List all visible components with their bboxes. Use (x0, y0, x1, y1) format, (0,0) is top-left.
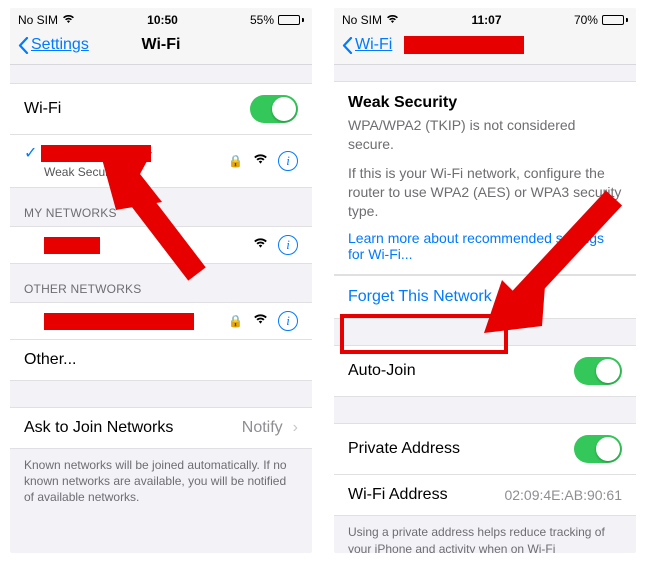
private-address-row: Private Address (334, 423, 636, 475)
wifi-label: Wi-Fi (24, 100, 61, 118)
other-network-row[interactable]: 🔒 i (10, 302, 312, 340)
back-label: Settings (31, 36, 89, 54)
carrier-text: No SIM (18, 13, 58, 27)
wifi-icon (253, 236, 268, 254)
redacted-network-name (44, 313, 194, 330)
info-icon[interactable]: i (278, 235, 298, 255)
footer-text: Known networks will be joined automatica… (10, 449, 312, 514)
battery-pct: 70% (574, 13, 598, 27)
security-title: Weak Security (348, 94, 622, 112)
checkmark-icon: ✓ (24, 143, 37, 163)
info-icon[interactable]: i (278, 151, 298, 171)
wifi-toggle[interactable] (250, 95, 298, 123)
other-manual-row[interactable]: Other... (10, 340, 312, 381)
redacted-network-name (41, 145, 151, 162)
connected-network-row[interactable]: ✓ Weak Security 🔒 i (10, 135, 312, 188)
page-title: Wi-Fi (142, 36, 181, 54)
wifi-icon (253, 152, 268, 170)
back-label: Wi-Fi (355, 36, 392, 54)
battery-icon (278, 15, 304, 25)
security-msg1: WPA/WPA2 (TKIP) is not considered secure… (348, 116, 622, 154)
chevron-left-icon (18, 37, 29, 54)
chevron-right-icon: › (293, 419, 298, 437)
weak-security-label: Weak Security (44, 165, 151, 179)
clock: 10:50 (147, 13, 178, 27)
learn-more-link[interactable]: Learn more about recommended settings fo… (348, 230, 622, 262)
back-button[interactable]: Settings (18, 36, 89, 54)
content: Weak Security WPA/WPA2 (TKIP) is not con… (334, 65, 636, 553)
wifi-address-value: 02:09:4E:AB:90:61 (504, 487, 622, 503)
wifi-icon (253, 312, 268, 330)
wifi-toggle-row: Wi-Fi (10, 83, 312, 135)
lock-icon: 🔒 (228, 314, 243, 328)
my-network-row[interactable]: i (10, 226, 312, 264)
redacted-nav-title (404, 36, 524, 54)
wifi-address-row: Wi-Fi Address 02:09:4E:AB:90:61 (334, 475, 636, 516)
forget-label: Forget This Network (348, 288, 492, 305)
left-screenshot: No SIM 10:50 55% Settings Wi-Fi Wi-Fi (10, 8, 312, 553)
ask-label: Ask to Join Networks (24, 419, 173, 437)
battery-icon (602, 15, 628, 25)
clock: 11:07 (471, 13, 501, 27)
other-networks-header: OTHER NETWORKS (10, 264, 312, 302)
forget-network-button[interactable]: Forget This Network (334, 275, 636, 319)
wifi-address-label: Wi-Fi Address (348, 486, 448, 504)
wifi-icon (386, 13, 399, 27)
content: Wi-Fi ✓ Weak Security 🔒 i MY NETWORKS (10, 65, 312, 553)
status-bar: No SIM 10:50 55% (10, 8, 312, 30)
redacted-network-name (44, 237, 100, 254)
nav-bar: Settings Wi-Fi (10, 30, 312, 65)
wifi-icon (62, 13, 75, 27)
right-screenshot: No SIM 11:07 70% Wi-Fi Weak Security WPA… (334, 8, 636, 553)
auto-join-label: Auto-Join (348, 362, 416, 380)
footer-text: Using a private address helps reduce tra… (334, 516, 636, 553)
private-address-label: Private Address (348, 440, 460, 458)
info-icon[interactable]: i (278, 311, 298, 331)
lock-icon: 🔒 (228, 154, 243, 168)
chevron-left-icon (342, 37, 353, 54)
weak-security-panel: Weak Security WPA/WPA2 (TKIP) is not con… (334, 81, 636, 275)
battery-pct: 55% (250, 13, 274, 27)
security-msg2: If this is your Wi-Fi network, configure… (348, 164, 622, 221)
auto-join-row: Auto-Join (334, 345, 636, 397)
other-label: Other... (24, 351, 76, 369)
carrier-text: No SIM (342, 13, 382, 27)
status-bar: No SIM 11:07 70% (334, 8, 636, 30)
auto-join-toggle[interactable] (574, 357, 622, 385)
my-networks-header: MY NETWORKS (10, 188, 312, 226)
ask-value: Notify (242, 419, 283, 437)
private-address-toggle[interactable] (574, 435, 622, 463)
nav-bar: Wi-Fi (334, 30, 636, 65)
ask-to-join-row[interactable]: Ask to Join Networks Notify › (10, 407, 312, 449)
back-button[interactable]: Wi-Fi (342, 36, 392, 54)
